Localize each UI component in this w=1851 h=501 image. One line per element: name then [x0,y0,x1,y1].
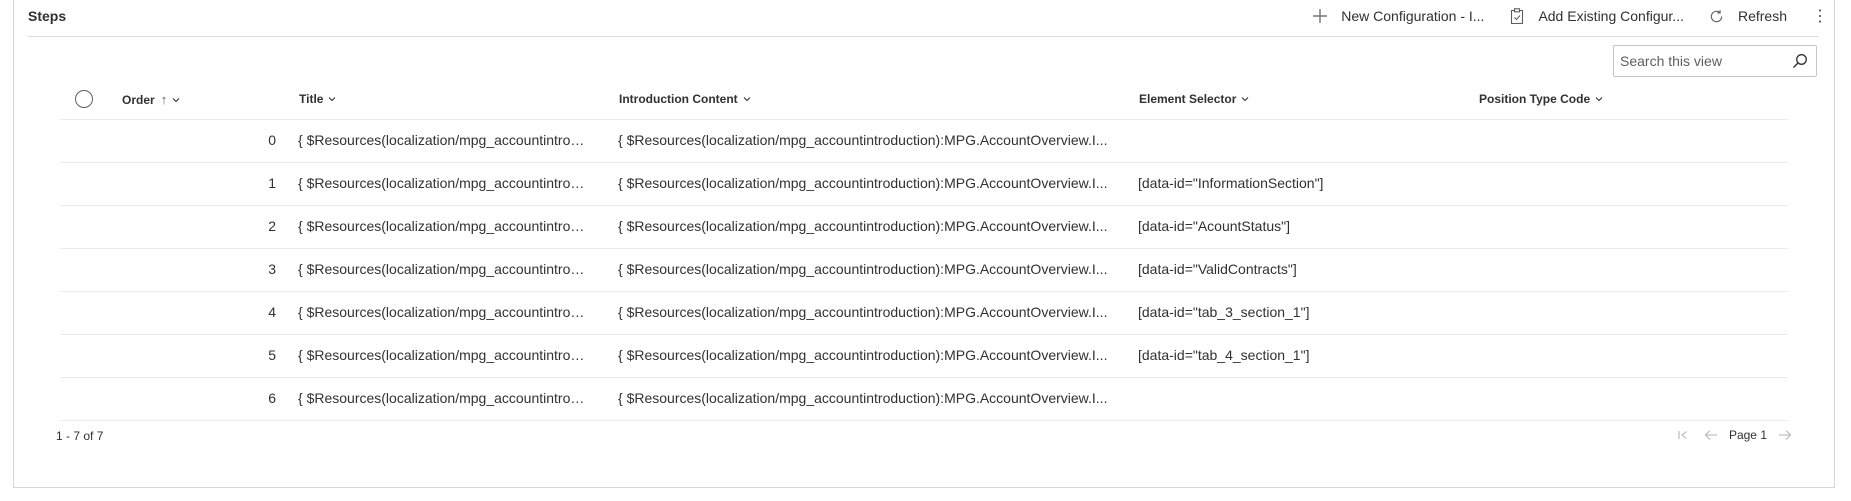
chevron-down-icon [172,97,180,102]
steps-grid: Order ↑ Title Introduction Content Eleme… [60,81,1788,421]
column-header-order[interactable]: Order ↑ [122,92,181,107]
chevron-down-icon [743,97,751,102]
record-count: 1 - 7 of 7 [56,429,104,443]
first-page-button[interactable] [1669,424,1697,446]
title-cell[interactable]: { $Resources(localization/mpg_accountint… [298,347,588,363]
column-header-introduction-content-label: Introduction Content [619,92,738,106]
introduction-content-cell: { $Resources(localization/mpg_accountint… [618,390,1108,406]
next-page-icon [1779,430,1792,440]
title-cell[interactable]: { $Resources(localization/mpg_accountint… [298,390,588,406]
search-box [1613,45,1817,77]
sort-ascending-icon: ↑ [160,92,168,107]
column-header-title[interactable]: Title [299,92,337,106]
table-row[interactable]: 0 { $Resources(localization/mpg_accounti… [60,120,1788,163]
clipboard-icon [1508,7,1526,25]
section-title: Steps [28,8,67,24]
column-header-introduction-content[interactable]: Introduction Content [619,92,752,106]
order-cell: 3 [268,261,276,277]
column-header-position-type-code[interactable]: Position Type Code [1479,92,1604,106]
column-header-element-selector-label: Element Selector [1139,92,1237,106]
more-commands-button[interactable] [1799,2,1841,30]
element-selector-cell: [data-id="tab_3_section_1"] [1138,304,1310,320]
previous-page-icon [1704,430,1717,440]
column-header-position-type-code-label: Position Type Code [1479,92,1591,106]
new-configuration-button[interactable]: New Configuration - I... [1299,2,1496,30]
command-bar: New Configuration - I... Add Existing Co… [1299,2,1841,30]
title-cell[interactable]: { $Resources(localization/mpg_accountint… [298,304,588,320]
element-selector-cell: [data-id="tab_4_section_1"] [1138,347,1310,363]
introduction-content-cell: { $Resources(localization/mpg_accountint… [618,218,1108,234]
order-cell: 6 [268,390,276,406]
introduction-content-cell: { $Resources(localization/mpg_accountint… [618,175,1108,191]
search-icon[interactable] [1792,53,1808,69]
next-page-button[interactable] [1771,424,1799,446]
title-cell[interactable]: { $Resources(localization/mpg_accountint… [298,218,588,234]
order-cell: 1 [268,175,276,191]
element-selector-cell: [data-id="ValidContracts"] [1138,261,1297,277]
order-cell: 5 [268,347,276,363]
introduction-content-cell: { $Resources(localization/mpg_accountint… [618,347,1108,363]
element-selector-cell: [data-id="InformationSection"] [1138,175,1324,191]
new-configuration-label: New Configuration - I... [1341,8,1485,24]
introduction-content-cell: { $Resources(localization/mpg_accountint… [618,261,1108,277]
table-row[interactable]: 6 { $Resources(localization/mpg_accounti… [60,378,1788,421]
title-cell[interactable]: { $Resources(localization/mpg_accountint… [298,261,588,277]
refresh-label: Refresh [1737,8,1787,24]
introduction-content-cell: { $Resources(localization/mpg_accountint… [618,132,1108,148]
search-input[interactable] [1620,52,1780,70]
order-cell: 2 [268,218,276,234]
header-divider [28,36,1818,37]
grid-header-row: Order ↑ Title Introduction Content Eleme… [60,81,1788,120]
select-all-checkbox[interactable] [75,90,93,108]
refresh-button[interactable]: Refresh [1696,2,1799,30]
title-cell[interactable]: { $Resources(localization/mpg_accountint… [298,132,588,148]
element-selector-cell: [data-id="AcountStatus"] [1138,218,1290,234]
chevron-down-icon [1595,97,1603,102]
first-page-icon [1678,431,1687,439]
previous-page-button[interactable] [1697,424,1725,446]
table-row[interactable]: 1 { $Resources(localization/mpg_accounti… [60,163,1788,206]
page-number: Page 1 [1728,428,1767,442]
table-row[interactable]: 4 { $Resources(localization/mpg_accounti… [60,292,1788,335]
title-cell[interactable]: { $Resources(localization/mpg_accountint… [298,175,588,191]
table-row[interactable]: 3 { $Resources(localization/mpg_accounti… [60,249,1788,292]
refresh-icon [1708,7,1726,25]
chevron-down-icon [1241,97,1249,102]
table-row[interactable]: 5 { $Resources(localization/mpg_accounti… [60,335,1788,378]
column-header-element-selector[interactable]: Element Selector [1139,92,1250,106]
plus-icon [1311,7,1329,25]
chevron-down-icon [329,97,336,102]
more-vertical-icon [1811,7,1829,25]
introduction-content-cell: { $Resources(localization/mpg_accountint… [618,304,1108,320]
order-cell: 0 [268,132,276,148]
column-header-order-label: Order [122,92,155,107]
column-header-title-label: Title [299,92,324,106]
table-row[interactable]: 2 { $Resources(localization/mpg_accounti… [60,206,1788,249]
order-cell: 4 [268,304,276,320]
add-existing-configuration-button[interactable]: Add Existing Configur... [1496,2,1696,30]
add-existing-configuration-label: Add Existing Configur... [1538,8,1684,24]
pagination: Page 1 [1669,424,1799,446]
